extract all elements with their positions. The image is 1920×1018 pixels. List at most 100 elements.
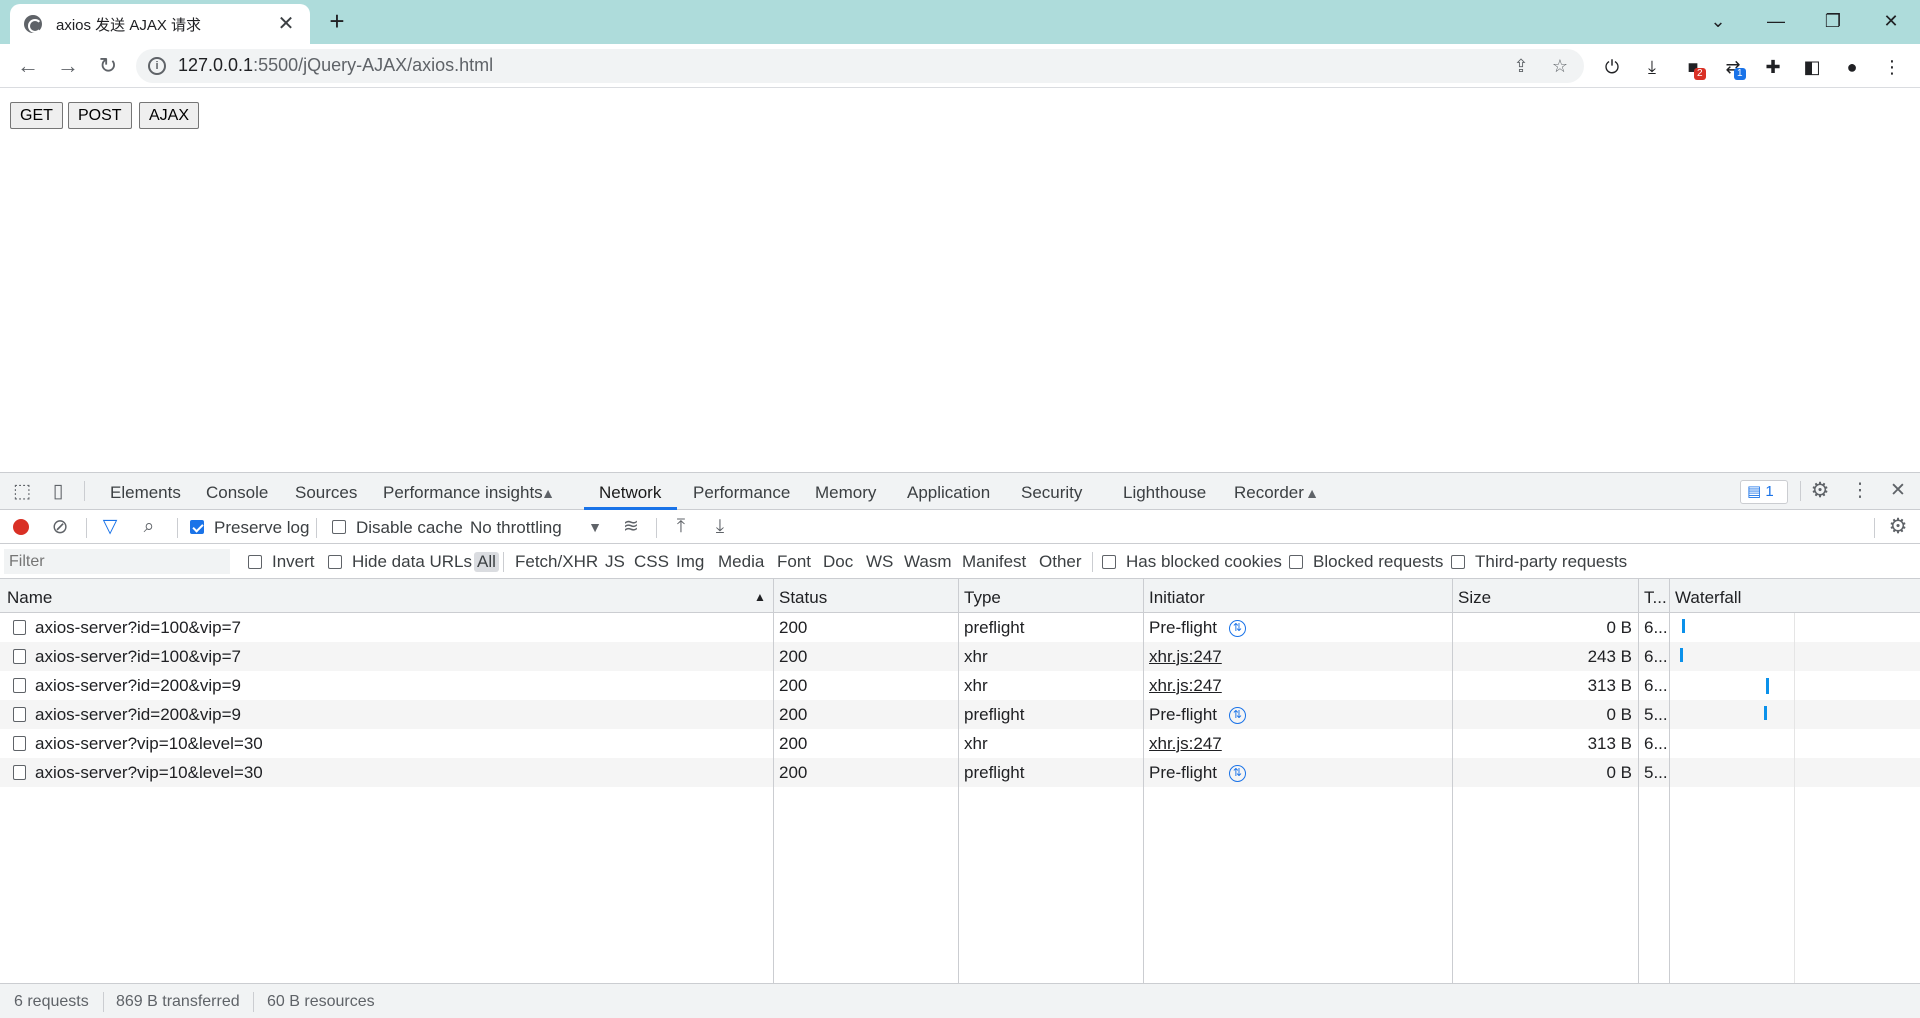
disable-cache-checkbox[interactable] xyxy=(332,520,346,534)
third-party-checkbox[interactable] xyxy=(1451,555,1465,569)
network-conditions-icon[interactable]: ≋ xyxy=(619,516,643,538)
power-icon[interactable]: ⏻ xyxy=(1599,54,1625,80)
inspect-element-icon[interactable]: ⬚ xyxy=(10,481,34,503)
preflight-icon[interactable]: ⇅ xyxy=(1229,765,1246,782)
preflight-icon[interactable]: ⇅ xyxy=(1229,620,1246,637)
table-row[interactable]: axios-server?id=200&vip=9 200 preflight Pre… xyxy=(0,700,1920,729)
column-header-initiator[interactable]: Initiator xyxy=(1149,588,1205,608)
reload-icon[interactable]: ↻ xyxy=(94,52,122,80)
clear-icon[interactable]: ⊘ xyxy=(49,516,71,538)
share-icon[interactable]: ⇪ xyxy=(1510,55,1532,77)
preserve-log-checkbox[interactable] xyxy=(190,520,204,534)
type-filter-other[interactable]: Other xyxy=(1039,552,1082,572)
omnibox[interactable]: i 127.0.0.1:5500/jQuery-AJAX/axios.html … xyxy=(136,49,1584,83)
type-filter-font[interactable]: Font xyxy=(777,552,811,572)
forward-icon[interactable]: → xyxy=(54,52,82,80)
settings-gear-icon[interactable]: ⚙ xyxy=(1808,480,1832,502)
tab-memory[interactable]: Memory xyxy=(815,483,876,503)
table-row[interactable]: axios-server?vip=10&level=30 200 preflight… xyxy=(0,758,1920,787)
tab-search-button[interactable]: ⌄ xyxy=(1698,6,1738,36)
tab-application[interactable]: Application xyxy=(907,483,990,503)
issues-badge[interactable]: ▤ 1 xyxy=(1740,480,1788,504)
throttling-select[interactable]: No throttling xyxy=(470,518,562,538)
extension-icon[interactable]: ■ 2 xyxy=(1680,54,1706,80)
import-har-icon[interactable]: ⤒ xyxy=(670,516,692,538)
cell-initiator[interactable]: xhr.js:247 xyxy=(1149,647,1222,667)
column-header-waterfall[interactable]: Waterfall xyxy=(1675,588,1741,608)
type-filter-all[interactable]: All xyxy=(474,552,499,572)
get-button[interactable]: GET xyxy=(10,102,63,129)
back-icon[interactable]: ← xyxy=(14,52,42,80)
cell-initiator[interactable]: xhr.js:247 xyxy=(1149,676,1222,696)
cell-initiator[interactable]: xhr.js:247 xyxy=(1149,734,1222,754)
table-row[interactable]: axios-server?id=100&vip=7 200 preflight Pre… xyxy=(0,613,1920,642)
type-filter-wasm[interactable]: Wasm xyxy=(904,552,952,572)
tab-performance-insights[interactable]: Performance insights xyxy=(383,483,543,503)
cell-name[interactable]: axios-server?vip=10&level=30 xyxy=(35,734,263,754)
blocked-requests-checkbox[interactable] xyxy=(1289,555,1303,569)
dropdown-arrow-icon[interactable]: ▼ xyxy=(586,516,604,538)
sort-ascending-icon[interactable]: ▲ xyxy=(754,590,766,604)
record-icon[interactable] xyxy=(13,519,29,535)
tab-performance[interactable]: Performance xyxy=(693,483,790,503)
column-header-size[interactable]: Size xyxy=(1458,588,1491,608)
side-panel-icon[interactable]: ◧ xyxy=(1799,54,1825,80)
profile-avatar[interactable]: ● xyxy=(1839,54,1865,80)
post-button[interactable]: POST xyxy=(68,102,132,129)
close-devtools-icon[interactable]: ✕ xyxy=(1886,480,1910,502)
site-info-icon[interactable]: i xyxy=(148,57,166,75)
more-options-icon[interactable]: ⋮ xyxy=(1848,480,1872,502)
cell-name[interactable]: axios-server?vip=10&level=30 xyxy=(35,763,263,783)
menu-icon[interactable]: ⋮ xyxy=(1879,54,1905,80)
type-filter-ws[interactable]: WS xyxy=(866,552,893,572)
table-row[interactable]: axios-server?id=100&vip=7 200 xhr xhr.js:24… xyxy=(0,642,1920,671)
filter-icon[interactable]: ▽ xyxy=(99,516,121,538)
tab-recorder[interactable]: Recorder xyxy=(1234,483,1304,503)
cell-name[interactable]: axios-server?id=200&vip=9 xyxy=(35,676,241,696)
column-header-time[interactable]: T... xyxy=(1644,588,1667,608)
preflight-icon[interactable]: ⇅ xyxy=(1229,707,1246,724)
invert-checkbox[interactable] xyxy=(248,555,262,569)
column-divider xyxy=(1143,579,1144,989)
download-icon[interactable]: ⤓ xyxy=(1639,54,1665,80)
browser-tab[interactable]: axios 发送 AJAX 请求 ✕ xyxy=(10,4,310,44)
column-header-status[interactable]: Status xyxy=(779,588,827,608)
cell-name[interactable]: axios-server?id=100&vip=7 xyxy=(35,618,241,638)
hide-data-urls-checkbox[interactable] xyxy=(328,555,342,569)
column-header-type[interactable]: Type xyxy=(964,588,1001,608)
network-settings-gear-icon[interactable]: ⚙ xyxy=(1886,516,1910,538)
restore-button[interactable]: ❐ xyxy=(1813,6,1853,36)
tab-console[interactable]: Console xyxy=(206,483,268,503)
close-window-button[interactable]: ✕ xyxy=(1871,6,1911,36)
has-blocked-cookies-checkbox[interactable] xyxy=(1102,555,1116,569)
type-filter-css[interactable]: CSS xyxy=(634,552,669,572)
tab-lighthouse[interactable]: Lighthouse xyxy=(1123,483,1206,503)
search-icon[interactable]: ⌕ xyxy=(138,516,160,538)
ajax-button[interactable]: AJAX xyxy=(139,102,200,129)
bookmark-star-icon[interactable]: ☆ xyxy=(1549,55,1571,77)
column-header-name[interactable]: Name xyxy=(7,588,52,608)
translate-extension-icon[interactable]: ⇄ 1 xyxy=(1720,54,1746,80)
tab-elements[interactable]: Elements xyxy=(110,483,181,503)
cell-name[interactable]: axios-server?id=100&vip=7 xyxy=(35,647,241,667)
puzzle-icon[interactable]: ✚ xyxy=(1760,54,1786,80)
tab-close-button[interactable]: ✕ xyxy=(276,14,296,34)
table-row[interactable]: axios-server?vip=10&level=30 200 xhr xhr.js… xyxy=(0,729,1920,758)
cell-name[interactable]: axios-server?id=200&vip=9 xyxy=(35,705,241,725)
type-filter-img[interactable]: Img xyxy=(676,552,704,572)
url-text[interactable]: 127.0.0.1:5500/jQuery-AJAX/axios.html xyxy=(178,55,493,76)
type-filter-media[interactable]: Media xyxy=(718,552,764,572)
new-tab-button[interactable]: + xyxy=(323,8,351,36)
type-filter-js[interactable]: JS xyxy=(605,552,625,572)
tab-network[interactable]: Network xyxy=(599,483,661,503)
device-toolbar-icon[interactable]: ▯ xyxy=(46,481,70,503)
export-har-icon[interactable]: ⤓ xyxy=(709,516,731,538)
tab-security[interactable]: Security xyxy=(1021,483,1082,503)
minimize-button[interactable]: — xyxy=(1756,6,1796,36)
type-filter-doc[interactable]: Doc xyxy=(823,552,853,572)
type-filter-fetch-xhr[interactable]: Fetch/XHR xyxy=(515,552,598,572)
filter-input[interactable] xyxy=(4,549,230,574)
table-row[interactable]: axios-server?id=200&vip=9 200 xhr xhr.js:24… xyxy=(0,671,1920,700)
tab-sources[interactable]: Sources xyxy=(295,483,357,503)
type-filter-manifest[interactable]: Manifest xyxy=(962,552,1026,572)
